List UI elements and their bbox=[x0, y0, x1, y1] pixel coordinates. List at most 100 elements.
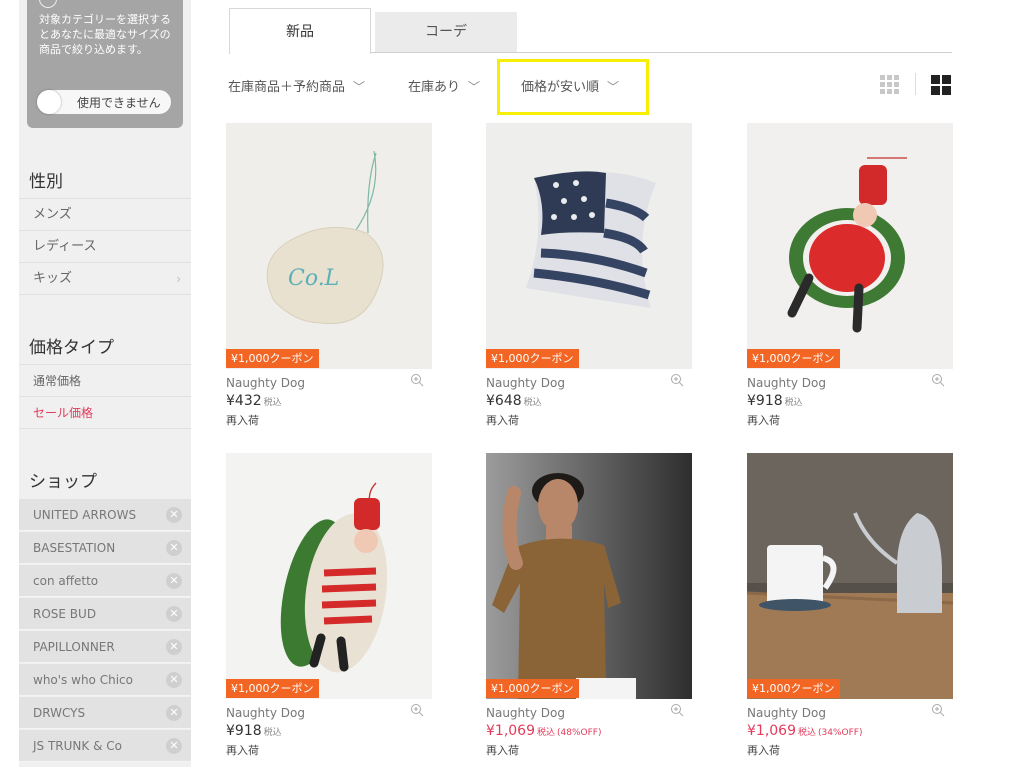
product-brand[interactable]: Naughty Dog bbox=[486, 706, 565, 720]
price-type-title: 価格タイプ bbox=[29, 338, 114, 358]
product-card[interactable]: ¥1,000クーポン Naughty Dog ¥918 税込 再入荷 bbox=[226, 453, 432, 757]
product-brand[interactable]: Naughty Dog bbox=[226, 706, 305, 720]
product-card[interactable]: ¥1,000クーポン Naughty Dog ¥1,069 税込 (48%OFF) … bbox=[486, 453, 692, 757]
product-image-felt-shell[interactable]: Co.L ¥1,000クーポン bbox=[226, 123, 432, 369]
remove-icon[interactable]: ✕ bbox=[166, 507, 182, 523]
tab-coordinate[interactable]: コーデ bbox=[375, 12, 517, 52]
shop-filter-item[interactable]: UNITED ARROWS ✕ bbox=[19, 499, 191, 531]
size-filter-toggle[interactable]: 使用できません bbox=[37, 90, 171, 114]
shop-label: PAPILLONNER bbox=[33, 640, 115, 654]
remove-icon[interactable]: ✕ bbox=[166, 738, 182, 754]
availability-label: 在庫あり bbox=[408, 80, 461, 95]
tab-new[interactable]: 新品 bbox=[229, 8, 371, 54]
gender-item-label: キッズ bbox=[33, 271, 73, 286]
shop-label: ROSE BUD bbox=[33, 607, 97, 621]
coupon-badge: ¥1,000クーポン bbox=[226, 679, 319, 698]
chevron-down-icon: ﹀ bbox=[468, 80, 481, 94]
info-icon bbox=[39, 0, 57, 8]
remove-icon[interactable]: ✕ bbox=[166, 639, 182, 655]
remove-icon[interactable]: ✕ bbox=[166, 606, 182, 622]
discount-label: (48%OFF) bbox=[557, 728, 602, 738]
chevron-down-icon: ﹀ bbox=[353, 80, 366, 94]
remove-icon[interactable]: ✕ bbox=[166, 672, 182, 688]
product-card[interactable]: Co.L ¥1,000クーポン Naughty Dog ¥432 税込 再入荷 bbox=[226, 123, 432, 427]
product-brand[interactable]: Naughty Dog bbox=[486, 376, 565, 390]
product-brand[interactable]: Naughty Dog bbox=[747, 706, 826, 720]
product-image-model-tshirt[interactable]: ¥1,000クーポン bbox=[486, 453, 692, 699]
product-price: ¥918 税込 bbox=[747, 393, 803, 409]
shop-title: ショップ bbox=[29, 472, 97, 492]
tax-label: 税込 bbox=[537, 728, 556, 738]
price-type-label: 通常価格 bbox=[33, 374, 82, 388]
zoom-in-icon[interactable] bbox=[670, 703, 684, 717]
price-type-label: セール価格 bbox=[33, 406, 94, 420]
product-card[interactable]: ¥1,000クーポン Naughty Dog ¥1,069 税込 (34%OFF) … bbox=[747, 453, 953, 757]
coupon-badge: ¥1,000クーポン bbox=[747, 679, 840, 698]
zoom-in-icon[interactable] bbox=[410, 703, 424, 717]
shop-filter-item[interactable]: who's who Chico ✕ bbox=[19, 664, 191, 696]
gender-title: 性別 bbox=[29, 172, 63, 192]
gender-item-mens[interactable]: メンズ bbox=[19, 198, 191, 230]
product-image-santa-surfboard[interactable]: ¥1,000クーポン bbox=[226, 453, 432, 699]
coupon-badge: ¥1,000クーポン bbox=[486, 349, 579, 368]
view-divider bbox=[915, 73, 916, 95]
tax-label: 税込 bbox=[523, 398, 542, 408]
product-price: ¥1,069 税込 (34%OFF) bbox=[747, 723, 862, 739]
price-type-sale[interactable]: セール価格 bbox=[19, 396, 191, 429]
stock-type-dropdown[interactable]: 在庫商品＋予約商品 ﹀ bbox=[228, 76, 365, 95]
remove-icon[interactable]: ✕ bbox=[166, 705, 182, 721]
sidebar: 対象カテゴリーを選択するとあなたに最適なサイズの商品で絞り込めます。 使用できま… bbox=[19, 0, 191, 767]
gender-item-ladies[interactable]: レディース bbox=[19, 230, 191, 262]
tax-label: 税込 bbox=[798, 728, 817, 738]
shop-filter-item[interactable]: con affetto ✕ bbox=[19, 565, 191, 597]
tax-label: 税込 bbox=[784, 398, 803, 408]
shop-filter-item[interactable]: PAPILLONNER ✕ bbox=[19, 631, 191, 663]
product-image-mug-kettle[interactable]: ¥1,000クーポン bbox=[747, 453, 953, 699]
gender-item-kids[interactable]: キッズ › bbox=[19, 262, 191, 295]
size-filter-promo: 対象カテゴリーを選択するとあなたに最適なサイズの商品で絞り込めます。 使用できま… bbox=[27, 0, 183, 128]
gender-item-label: メンズ bbox=[33, 207, 72, 222]
product-price: ¥918 税込 bbox=[226, 723, 282, 739]
price-value: ¥648 bbox=[486, 393, 522, 409]
shop-filter-item[interactable]: JS TRUNK & Co ✕ bbox=[19, 730, 191, 762]
coupon-badge: ¥1,000クーポン bbox=[486, 679, 579, 698]
shop-label: UNITED ARROWS bbox=[33, 508, 137, 522]
price-type-regular[interactable]: 通常価格 bbox=[19, 364, 191, 396]
price-value: ¥432 bbox=[226, 393, 262, 409]
product-image-flag-fin[interactable]: ¥1,000クーポン bbox=[486, 123, 692, 369]
restock-label: 再入荷 bbox=[486, 414, 519, 427]
price-value: ¥918 bbox=[226, 723, 262, 739]
product-card[interactable]: ¥1,000クーポン Naughty Dog ¥648 税込 再入荷 bbox=[486, 123, 692, 427]
availability-dropdown[interactable]: 在庫あり ﹀ bbox=[408, 76, 480, 95]
discount-label: (34%OFF) bbox=[818, 728, 863, 738]
shop-label: DRWCYS bbox=[33, 706, 86, 720]
zoom-in-icon[interactable] bbox=[931, 373, 945, 387]
coupon-badge: ¥1,000クーポン bbox=[747, 349, 840, 368]
grid-small-view-icon[interactable] bbox=[880, 75, 900, 95]
shop-label: con affetto bbox=[33, 574, 99, 588]
chevron-right-icon: › bbox=[176, 272, 181, 286]
shop-filter-item[interactable]: ROSE BUD ✕ bbox=[19, 598, 191, 630]
product-brand[interactable]: Naughty Dog bbox=[226, 376, 305, 390]
product-brand[interactable]: Naughty Dog bbox=[747, 376, 826, 390]
zoom-in-icon[interactable] bbox=[410, 373, 424, 387]
remove-icon[interactable]: ✕ bbox=[166, 540, 182, 556]
toggle-knob[interactable] bbox=[37, 90, 61, 114]
price-value: ¥918 bbox=[747, 393, 783, 409]
shop-filter-item[interactable]: BASESTATION ✕ bbox=[19, 532, 191, 564]
sort-dropdown[interactable]: 価格が安い順 ﹀ bbox=[521, 76, 619, 95]
shop-filter-item[interactable]: DRWCYS ✕ bbox=[19, 697, 191, 729]
restock-label: 再入荷 bbox=[226, 744, 259, 757]
tax-label: 税込 bbox=[263, 728, 282, 738]
product-card[interactable]: ¥1,000クーポン Naughty Dog ¥918 税込 再入荷 bbox=[747, 123, 953, 427]
grid-large-view-icon[interactable] bbox=[931, 75, 951, 95]
tax-label: 税込 bbox=[263, 398, 282, 408]
gender-item-label: レディース bbox=[33, 239, 97, 254]
product-price: ¥432 税込 bbox=[226, 393, 282, 409]
shop-label: JS TRUNK & Co bbox=[33, 739, 122, 753]
price-value: ¥1,069 bbox=[747, 723, 796, 739]
remove-icon[interactable]: ✕ bbox=[166, 573, 182, 589]
product-image-santa-wreath[interactable]: ¥1,000クーポン bbox=[747, 123, 953, 369]
zoom-in-icon[interactable] bbox=[670, 373, 684, 387]
zoom-in-icon[interactable] bbox=[931, 703, 945, 717]
